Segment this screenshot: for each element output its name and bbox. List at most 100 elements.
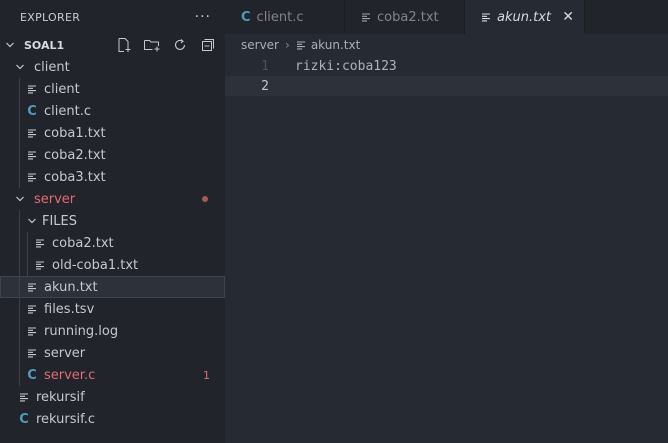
tree-actions — [115, 34, 217, 56]
text-file-icon — [32, 238, 48, 248]
tree-item-label: server — [44, 345, 86, 361]
text-file-icon — [24, 128, 40, 138]
tree-item-files-tsv[interactable]: files.tsv — [0, 298, 225, 320]
code-editor[interactable]: 1 rizki:coba123 2 — [225, 56, 668, 443]
text-file-icon — [32, 260, 48, 270]
text-file-icon — [481, 12, 491, 22]
tree-item-label: coba1.txt — [44, 125, 106, 141]
indent-guide — [19, 100, 20, 122]
line-number: 1 — [261, 58, 269, 74]
tree-folder-server[interactable]: server — [0, 188, 225, 210]
indent-guide — [27, 232, 28, 254]
tree-item-coba3[interactable]: coba3.txt — [0, 166, 225, 188]
tab-client-c[interactable]: C client.c — [225, 0, 345, 34]
indent-guide — [19, 276, 20, 298]
tree-item-label: client.c — [44, 103, 91, 119]
tree-item-label: server.c — [44, 367, 96, 383]
tree-item-client-c[interactable]: C client.c — [0, 100, 225, 122]
text-file-icon — [24, 172, 40, 182]
tree-item-server-c[interactable]: C server.c 1 — [0, 364, 225, 386]
tree-item-server-bin[interactable]: server — [0, 342, 225, 364]
tree-item-running-log[interactable]: running.log — [0, 320, 225, 342]
text-file-icon — [24, 150, 40, 160]
tree-item-label: client — [44, 81, 80, 97]
indent-guide — [19, 364, 20, 386]
tree-item-label: old-coba1.txt — [52, 257, 139, 273]
tree-item-label: coba2.txt — [44, 147, 106, 163]
tree-item-files-coba2[interactable]: coba2.txt — [0, 232, 225, 254]
indent-guide — [19, 320, 20, 342]
problem-count-badge: 1 — [203, 368, 210, 382]
more-actions-icon[interactable]: ··· — [195, 9, 211, 25]
new-file-icon[interactable] — [115, 36, 133, 54]
explorer-header: EXPLORER ··· — [0, 0, 225, 34]
indent-guide — [19, 122, 20, 144]
line-number: 2 — [261, 78, 269, 94]
tree-item-label: rekursif.c — [36, 411, 96, 427]
indent-guide — [27, 254, 28, 276]
tab-coba2-txt[interactable]: coba2.txt — [345, 0, 465, 34]
explorer-title: EXPLORER — [20, 10, 81, 24]
line-text[interactable]: rizki:coba123 — [295, 59, 397, 74]
tree-item-akun[interactable]: akun.txt — [0, 276, 225, 298]
collapse-all-icon[interactable] — [199, 36, 217, 54]
breadcrumb: server › akun.txt — [225, 34, 668, 56]
editor-line-current[interactable]: 2 — [225, 76, 668, 96]
tree-item-coba1[interactable]: coba1.txt — [0, 122, 225, 144]
indent-guide — [19, 78, 20, 100]
chevron-right-icon: › — [285, 38, 290, 52]
indent-guide — [19, 210, 20, 232]
c-file-icon: C — [27, 103, 37, 119]
tree-item-rekursif[interactable]: rekursif — [0, 386, 225, 408]
tree-item-label: akun.txt — [44, 279, 98, 295]
text-file-icon — [24, 282, 40, 292]
indent-guide — [19, 232, 20, 254]
indent-guide — [19, 298, 20, 320]
tree-folder-label: client — [34, 59, 70, 75]
indent-guide — [19, 254, 20, 276]
chevron-down-icon — [0, 34, 20, 56]
tree-item-label: running.log — [44, 323, 119, 339]
text-file-icon — [16, 392, 32, 402]
text-file-icon — [296, 40, 306, 50]
c-file-icon: C — [27, 367, 37, 383]
text-file-icon — [24, 348, 40, 358]
chevron-down-icon — [12, 194, 28, 204]
tree-item-old-coba1[interactable]: old-coba1.txt — [0, 254, 225, 276]
new-folder-icon[interactable] — [143, 36, 161, 54]
chevron-down-icon — [24, 216, 40, 226]
tab-akun-txt[interactable]: akun.txt ✕ — [465, 0, 585, 34]
tree-item-coba2[interactable]: coba2.txt — [0, 144, 225, 166]
tab-label: akun.txt — [497, 9, 551, 25]
tree-item-label: files.tsv — [44, 301, 95, 317]
close-icon[interactable]: ✕ — [562, 9, 574, 25]
tree-item-label: coba2.txt — [52, 235, 114, 251]
editor-line[interactable]: 1 rizki:coba123 — [225, 56, 668, 76]
refresh-icon[interactable] — [171, 36, 189, 54]
tree-item-label: coba3.txt — [44, 169, 106, 185]
tab-label: coba2.txt — [377, 9, 439, 25]
indent-guide — [19, 166, 20, 188]
tree-item-client[interactable]: client — [0, 78, 225, 100]
indent-guide — [19, 144, 20, 166]
c-file-icon: C — [19, 411, 29, 427]
tree-folder-client[interactable]: client — [0, 56, 225, 78]
breadcrumb-file[interactable]: akun.txt — [311, 38, 360, 52]
modified-dot — [202, 196, 208, 202]
breadcrumb-folder[interactable]: server — [241, 38, 279, 52]
explorer-sidebar: EXPLORER ··· SOAL1 client client C clien… — [0, 0, 225, 443]
tree-folder-files[interactable]: FILES — [0, 210, 225, 232]
tree-folder-label: FILES — [42, 213, 78, 229]
text-file-icon — [24, 84, 40, 94]
workspace-name: SOAL1 — [24, 38, 65, 52]
workspace-header[interactable]: SOAL1 — [0, 34, 225, 56]
indent-guide — [19, 342, 20, 364]
tree-item-label: rekursif — [36, 389, 85, 405]
editor-tabs: C client.c coba2.txt akun.txt ✕ — [225, 0, 668, 34]
text-file-icon — [24, 304, 40, 314]
tab-label: client.c — [256, 9, 304, 25]
text-file-icon — [24, 326, 40, 336]
tree-item-rekursif-c[interactable]: C rekursif.c — [0, 408, 225, 430]
chevron-down-icon — [12, 62, 28, 72]
c-file-icon: C — [241, 9, 251, 25]
